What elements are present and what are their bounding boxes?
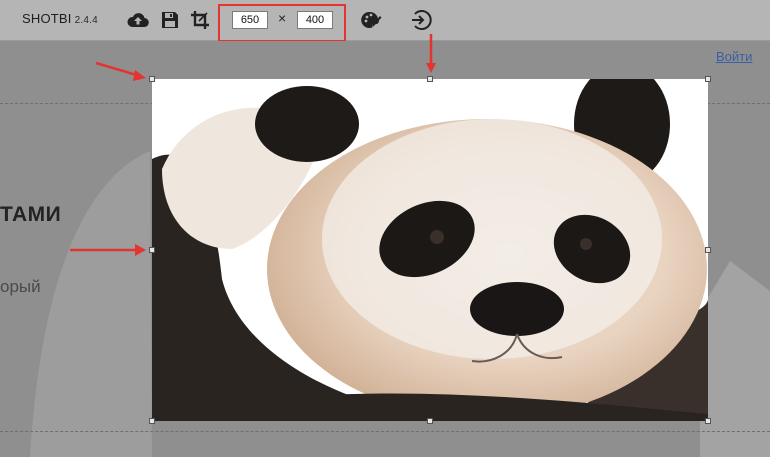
panda-image: [152, 79, 708, 421]
crop-handle-top[interactable]: [427, 76, 433, 82]
page-divider-bottom: [0, 431, 770, 432]
height-input[interactable]: [297, 11, 333, 29]
save-icon[interactable]: [158, 8, 182, 32]
crop-handle-bottom[interactable]: [427, 418, 433, 424]
crop-handle-bottom-left[interactable]: [149, 418, 155, 424]
login-link[interactable]: Войти: [716, 49, 752, 64]
crop-handle-top-right[interactable]: [705, 76, 711, 82]
crop-selection[interactable]: [149, 76, 711, 424]
editor-brush-icon[interactable]: [359, 8, 383, 32]
crop-handle-top-left[interactable]: [149, 76, 155, 82]
shotbi-toolbar: SHOTBI2.4.4 ×: [0, 0, 770, 42]
page-heading-fragment: ТАМИ: [0, 203, 62, 226]
app-name: SHOTBI: [22, 11, 72, 26]
times-symbol: ×: [278, 10, 287, 26]
exit-icon[interactable]: [409, 8, 433, 32]
upload-cloud-icon[interactable]: [126, 8, 150, 32]
crop-handle-right[interactable]: [705, 247, 711, 253]
crop-handle-left[interactable]: [149, 247, 155, 253]
page-subtext-fragment: орый: [0, 277, 41, 296]
app-version: 2.4.4: [74, 15, 98, 26]
app-brand: SHOTBI 2.4.4: [22, 11, 98, 26]
crop-icon[interactable]: [188, 8, 212, 32]
crop-handle-bottom-right[interactable]: [705, 418, 711, 424]
width-input[interactable]: [232, 11, 268, 29]
